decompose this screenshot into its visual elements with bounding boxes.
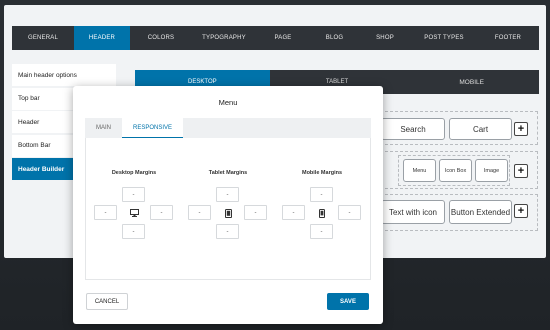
modal-tabs: MAIN RESPONSIVE bbox=[85, 118, 371, 138]
cart-element-button[interactable]: Cart bbox=[449, 118, 512, 140]
nav-tab-general[interactable]: GENERAL bbox=[12, 26, 74, 50]
tablet-margin-left-field[interactable]: - bbox=[188, 205, 211, 220]
nav-tab-footer[interactable]: FOOTER bbox=[477, 26, 539, 50]
search-element-button[interactable]: Search bbox=[381, 118, 445, 140]
desktop-icon bbox=[128, 207, 140, 219]
desktop-margin-bottom-field[interactable]: - bbox=[122, 224, 145, 239]
image-element-button[interactable]: Image bbox=[475, 159, 508, 182]
nav-tab-page[interactable]: PAGE bbox=[256, 26, 310, 50]
tab-main[interactable]: MAIN bbox=[85, 118, 122, 138]
button-extended-element-button[interactable]: Button Extended bbox=[449, 200, 512, 224]
add-element-plus-icon[interactable]: + bbox=[514, 122, 528, 136]
text-with-icon-element-button[interactable]: Text with icon bbox=[381, 200, 445, 224]
device-tab-mobile[interactable]: MOBILE bbox=[404, 70, 539, 94]
mobile-margin-right-field[interactable]: - bbox=[338, 205, 361, 220]
tablet-margins-label: Tablet Margins bbox=[208, 170, 248, 176]
menu-element-button[interactable]: Menu bbox=[403, 159, 436, 182]
tablet-margin-bottom-field[interactable]: - bbox=[216, 224, 239, 239]
desktop-margins-group: Desktop Margins bbox=[94, 170, 174, 176]
tablet-margin-right-field[interactable]: - bbox=[244, 205, 267, 220]
mobile-margins-group: Mobile Margins bbox=[282, 170, 362, 176]
tab-responsive[interactable]: RESPONSIVE bbox=[122, 118, 184, 138]
mobile-margin-top-field[interactable]: - bbox=[310, 187, 333, 202]
cancel-button[interactable]: CANCEL bbox=[86, 293, 128, 310]
builder-column: Menu Icon Box Image bbox=[398, 155, 510, 186]
menu-modal: Menu MAIN RESPONSIVE Desktop Margins - -… bbox=[73, 86, 383, 324]
save-button[interactable]: SAVE bbox=[327, 293, 369, 310]
desktop-margin-right-field[interactable]: - bbox=[150, 205, 173, 220]
desktop-margin-left-field[interactable]: - bbox=[94, 205, 117, 220]
modal-title: Menu bbox=[218, 97, 238, 107]
responsive-panel: Desktop Margins - - - - Tablet Margins -… bbox=[85, 138, 371, 280]
sidebar-item-main-header-options[interactable]: Main header options bbox=[12, 64, 116, 86]
mobile-margin-bottom-field[interactable]: - bbox=[310, 224, 333, 239]
mobile-margins-label: Mobile Margins bbox=[301, 170, 343, 176]
top-navigation: GENERAL HEADER COLORS TYPOGRAPHY PAGE BL… bbox=[12, 26, 539, 50]
add-element-plus-icon[interactable]: + bbox=[514, 204, 528, 218]
nav-tab-post-types[interactable]: POST TYPES bbox=[411, 26, 477, 50]
nav-tab-colors[interactable]: COLORS bbox=[130, 26, 192, 50]
desktop-margins-label: Desktop Margins bbox=[111, 170, 157, 176]
tablet-icon bbox=[222, 207, 234, 219]
tablet-margins-group: Tablet Margins bbox=[188, 170, 268, 176]
nav-tab-header[interactable]: HEADER bbox=[74, 26, 130, 50]
add-element-plus-icon[interactable]: + bbox=[514, 164, 528, 178]
icon-box-element-button[interactable]: Icon Box bbox=[439, 159, 472, 182]
nav-tab-shop[interactable]: SHOP bbox=[359, 26, 411, 50]
nav-tab-blog[interactable]: BLOG bbox=[310, 26, 359, 50]
nav-tab-typography[interactable]: TYPOGRAPHY bbox=[192, 26, 256, 50]
mobile-icon bbox=[316, 207, 328, 219]
mobile-margin-left-field[interactable]: - bbox=[282, 205, 305, 220]
desktop-margin-top-field[interactable]: - bbox=[122, 187, 145, 202]
tablet-margin-top-field[interactable]: - bbox=[216, 187, 239, 202]
